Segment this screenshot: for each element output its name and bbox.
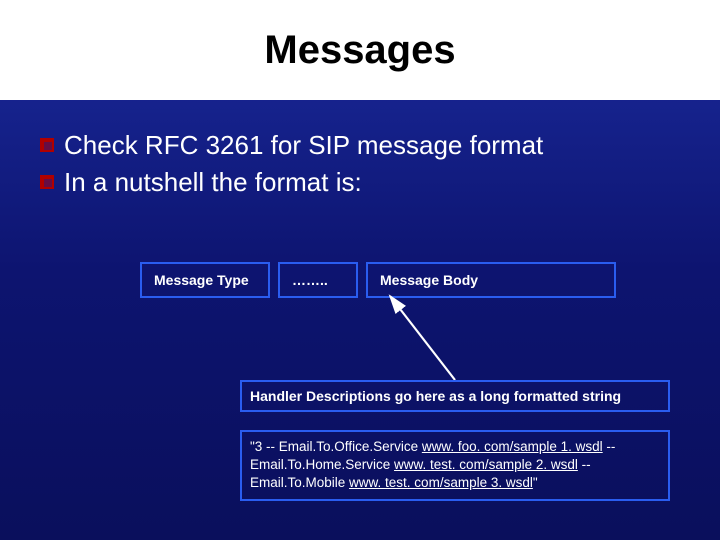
sample-url-1: www. foo. com/sample 1. wsdl: [422, 439, 603, 454]
bullet-text: Check RFC 3261 for SIP message format: [64, 130, 543, 161]
arrow-icon: [370, 288, 490, 388]
content-area: Check RFC 3261 for SIP message format In…: [0, 100, 720, 198]
bullet-icon: [40, 138, 54, 152]
sample-lead: "3 -- Email.To.Office.Service: [250, 439, 422, 454]
title-bar: Messages: [0, 0, 720, 100]
bullet-item: In a nutshell the format is:: [40, 167, 680, 198]
bullet-text: In a nutshell the format is:: [64, 167, 362, 198]
cell-message-type: Message Type: [140, 262, 270, 298]
bullet-icon: [40, 175, 54, 189]
slide-title: Messages: [264, 28, 455, 73]
cell-dots: ……..: [278, 262, 358, 298]
sample-tail: ": [533, 475, 538, 490]
cell-message-body: Message Body: [366, 262, 616, 298]
sample-url-3: www. test. com/sample 3. wsdl: [349, 475, 533, 490]
handler-description-box: Handler Descriptions go here as a long f…: [240, 380, 670, 412]
format-row: Message Type …….. Message Body: [140, 262, 616, 298]
sample-string-box: "3 -- Email.To.Office.Service www. foo. …: [240, 430, 670, 501]
sample-url-2: www. test. com/sample 2. wsdl: [394, 457, 578, 472]
bullet-item: Check RFC 3261 for SIP message format: [40, 130, 680, 161]
